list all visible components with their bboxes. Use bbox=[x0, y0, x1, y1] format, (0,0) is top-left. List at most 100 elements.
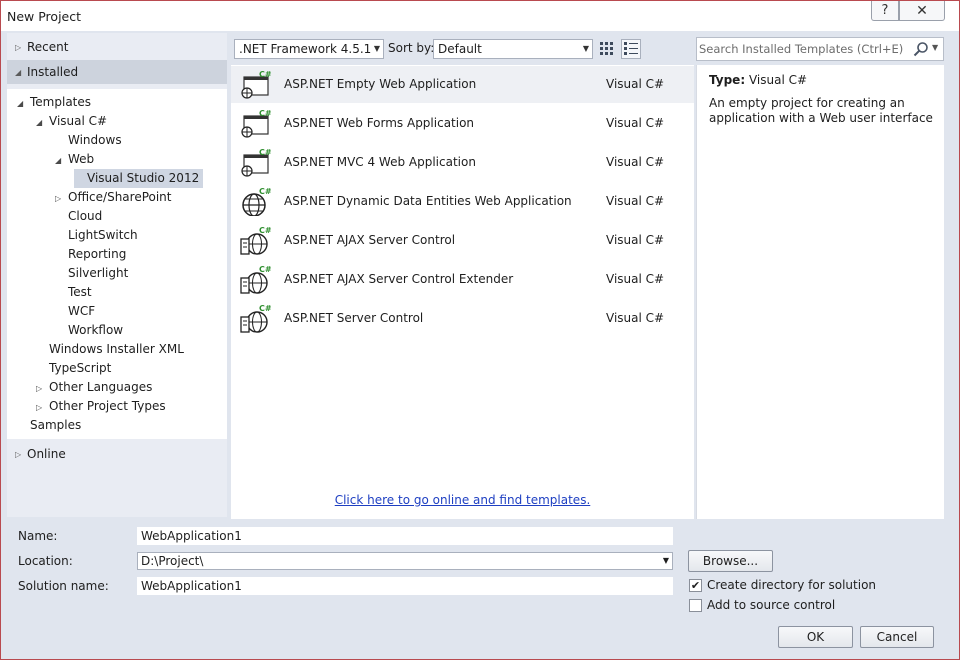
svg-text:C#: C# bbox=[259, 148, 271, 157]
framework-dropdown[interactable]: .NET Framework 4.5.1 ▼ bbox=[234, 39, 384, 59]
section-installed-label: Installed bbox=[27, 65, 79, 79]
svg-text:C#: C# bbox=[259, 265, 271, 274]
chevron-down-icon[interactable]: ▼ bbox=[663, 553, 669, 569]
server-control-icon: C# bbox=[240, 304, 271, 333]
template-language: Visual C# bbox=[606, 77, 665, 91]
template-row[interactable]: C# ASP.NET AJAX Server Control Visual C# bbox=[231, 222, 694, 259]
location-field[interactable]: D:\Project\ ▼ bbox=[137, 552, 673, 570]
chevron-down-icon[interactable]: ▼ bbox=[932, 43, 938, 52]
tree-item-label: Samples bbox=[30, 418, 82, 432]
section-recent[interactable]: ▷ Recent bbox=[7, 35, 227, 59]
tree-item[interactable]: Workflow bbox=[55, 321, 123, 340]
tree-item[interactable]: ◢ Visual C# bbox=[36, 112, 107, 131]
tree-item[interactable]: ▷ Office/SharePoint bbox=[55, 188, 172, 207]
tree-item-label: Test bbox=[68, 285, 92, 299]
section-online-label: Online bbox=[27, 447, 66, 461]
template-row[interactable]: C# ASP.NET MVC 4 Web Application Visual C# bbox=[231, 144, 694, 181]
solution-name-label: Solution name: bbox=[18, 579, 109, 593]
location-label: Location: bbox=[18, 554, 73, 568]
expanded-triangle-icon[interactable]: ◢ bbox=[55, 151, 68, 170]
search-icon[interactable] bbox=[913, 41, 929, 57]
type-value: Visual C# bbox=[748, 73, 808, 87]
sort-by-dropdown[interactable]: Default ▼ bbox=[433, 39, 593, 59]
close-button[interactable]: ✕ bbox=[899, 1, 945, 21]
template-language: Visual C# bbox=[606, 155, 665, 169]
collapsed-triangle-icon: ▷ bbox=[15, 42, 22, 52]
svg-text:C#: C# bbox=[259, 70, 271, 79]
tree-item[interactable]: LightSwitch bbox=[55, 226, 138, 245]
tree-item-label: Windows Installer XML bbox=[49, 342, 184, 356]
template-row[interactable]: C# ASP.NET AJAX Server Control Extender Vi… bbox=[231, 261, 694, 298]
tree-item[interactable]: Cloud bbox=[55, 207, 102, 226]
online-templates-link[interactable]: Click here to go online and find templat… bbox=[231, 493, 694, 507]
tree-item-label: Cloud bbox=[68, 209, 103, 223]
section-installed[interactable]: ◢ Installed bbox=[7, 60, 227, 84]
globe-icon: C# bbox=[242, 187, 271, 216]
tree-item[interactable]: Silverlight bbox=[55, 264, 128, 283]
template-language: Visual C# bbox=[606, 194, 665, 208]
template-tree: ◢ Templates ◢ Visual C# Windows ◢ Web Visual St… bbox=[7, 89, 227, 439]
sort-by-label: Sort by: bbox=[388, 41, 435, 55]
template-name: ASP.NET Dynamic Data Entities Web Applic… bbox=[284, 194, 572, 208]
tree-item-label: Other Project Types bbox=[49, 399, 166, 413]
expanded-triangle-icon[interactable]: ◢ bbox=[36, 113, 49, 132]
expanded-triangle-icon[interactable]: ◢ bbox=[17, 94, 30, 113]
server-control-icon: C# bbox=[240, 226, 271, 255]
tree-item-label: Visual C# bbox=[49, 114, 108, 128]
tree-item[interactable]: WCF bbox=[55, 302, 95, 321]
template-language: Visual C# bbox=[606, 272, 665, 286]
tree-item[interactable]: Windows bbox=[55, 131, 122, 150]
ok-button[interactable]: OK bbox=[778, 626, 853, 648]
search-box[interactable]: ▼ bbox=[696, 37, 944, 61]
create-directory-checkbox[interactable]: ✔ bbox=[689, 579, 702, 592]
template-row[interactable]: C# ASP.NET Server Control Visual C# bbox=[231, 300, 694, 337]
tree-item-label: WCF bbox=[68, 304, 96, 318]
tree-item[interactable]: Reporting bbox=[55, 245, 126, 264]
tree-item[interactable]: ◢ Web bbox=[55, 150, 94, 169]
web-app-icon: C# bbox=[241, 109, 271, 138]
template-list: C# ASP.NET Server Control Visual C# C# ASP.N… bbox=[231, 65, 694, 519]
collapsed-triangle-icon[interactable]: ▷ bbox=[55, 189, 68, 208]
svg-text:C#: C# bbox=[259, 304, 271, 313]
list-view-button[interactable] bbox=[621, 39, 641, 59]
collapsed-triangle-icon[interactable]: ▷ bbox=[36, 398, 49, 417]
tree-item-label: Templates bbox=[30, 95, 92, 109]
tree-item[interactable]: Visual Studio 2012 bbox=[74, 169, 204, 188]
template-row[interactable]: C# ASP.NET Dynamic Data Entities Web Appl… bbox=[231, 183, 694, 220]
help-button[interactable]: ? bbox=[871, 1, 899, 21]
tree-item[interactable]: ▷ Other Project Types bbox=[36, 397, 166, 416]
template-language: Visual C# bbox=[606, 311, 665, 325]
name-field[interactable]: WebApplication1 bbox=[137, 527, 673, 545]
window-title: New Project bbox=[7, 9, 82, 24]
browse-button[interactable]: Browse... bbox=[688, 550, 773, 572]
tree-item[interactable]: ▷ Other Languages bbox=[36, 378, 152, 397]
framework-value: .NET Framework 4.5.1 bbox=[239, 42, 372, 56]
tree-item-label: Workflow bbox=[68, 323, 124, 337]
tree-item[interactable]: Samples bbox=[17, 416, 81, 435]
tree-item[interactable]: ◢ Templates bbox=[17, 93, 91, 112]
cancel-button[interactable]: Cancel bbox=[860, 626, 934, 648]
search-input[interactable] bbox=[699, 40, 909, 58]
tree-item[interactable]: Test bbox=[55, 283, 92, 302]
tree-item-label: LightSwitch bbox=[68, 228, 138, 242]
create-directory-label: Create directory for solution bbox=[707, 578, 877, 592]
template-name: ASP.NET MVC 4 Web Application bbox=[284, 155, 476, 169]
template-row[interactable]: C# ASP.NET Web Forms Application Visual C# bbox=[231, 105, 694, 142]
svg-text:C#: C# bbox=[259, 109, 271, 118]
tree-item-label: TypeScript bbox=[49, 361, 112, 375]
new-project-dialog: New Project ? ✕ ▷ Recent ◢ Installed ◢ Te… bbox=[0, 0, 960, 660]
source-control-checkbox[interactable] bbox=[689, 599, 702, 612]
expanded-triangle-icon: ◢ bbox=[15, 67, 22, 77]
template-name: ASP.NET Empty Web Application bbox=[284, 77, 477, 91]
tree-item[interactable]: TypeScript bbox=[36, 359, 111, 378]
web-app-icon: C# bbox=[241, 70, 271, 99]
sort-by-value: Default bbox=[438, 42, 482, 56]
tree-item[interactable]: Windows Installer XML bbox=[36, 340, 184, 359]
collapsed-triangle-icon[interactable]: ▷ bbox=[36, 379, 49, 398]
tree-item-label: Reporting bbox=[68, 247, 127, 261]
small-icons-view-button[interactable] bbox=[597, 39, 617, 59]
template-row[interactable]: C# ASP.NET Empty Web Application Visual C# bbox=[231, 66, 694, 103]
section-online[interactable]: ▷ Online bbox=[7, 442, 227, 466]
solution-name-field[interactable]: WebApplication1 bbox=[137, 577, 673, 595]
name-label: Name: bbox=[18, 529, 58, 543]
